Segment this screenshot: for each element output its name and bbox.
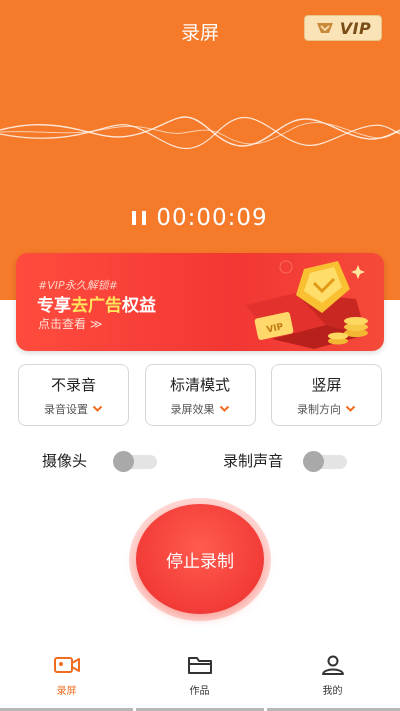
vip-label: VIP: [339, 18, 372, 38]
pause-icon[interactable]: [132, 209, 147, 227]
banner-title-suffix: 权益: [122, 296, 156, 316]
quality-setting-card[interactable]: 标清模式 录屏效果: [144, 364, 256, 426]
audio-toggle-row: 录制声音: [223, 450, 348, 472]
audio-setting-value: 不录音: [50, 375, 96, 394]
orientation-setting-card[interactable]: 竖屏 录制方向: [271, 364, 382, 426]
video-camera-icon: [53, 657, 80, 673]
vip-promo-banner[interactable]: #VIP永久解锁# 专享去广告权益 点击查看 ≫ VIP: [16, 253, 384, 351]
banner-title-highlight: 去广告: [71, 296, 122, 316]
orientation-setting-label: 录制方向: [297, 402, 341, 416]
orientation-setting-sub: 录制方向: [297, 401, 356, 417]
stop-recording-button[interactable]: 停止录制: [136, 504, 264, 614]
chevron-down-icon: [219, 405, 229, 412]
camera-toggle-row: 摄像头: [42, 450, 158, 472]
quality-setting-sub: 录屏效果: [171, 401, 230, 417]
audio-setting-card[interactable]: 不录音 录音设置: [18, 364, 129, 426]
banner-cta-link[interactable]: 点击查看 ≫: [38, 315, 102, 332]
quality-setting-value: 标清模式: [169, 375, 230, 394]
banner-title: 专享去广告权益: [37, 291, 156, 316]
camera-toggle-label: 摄像头: [42, 452, 88, 470]
camera-toggle-switch[interactable]: [113, 450, 158, 472]
timer-text: 00:00:09: [156, 205, 268, 231]
audio-setting-sub: 录音设置: [44, 401, 103, 417]
tab-record-label: 录屏: [56, 686, 77, 697]
orientation-setting-value: 竖屏: [311, 375, 342, 394]
vip-button[interactable]: VIP: [304, 15, 382, 41]
audio-toggle-label: 录制声音: [223, 452, 284, 470]
chevron-down-icon: [92, 405, 103, 412]
recording-timer: 00:00:09: [0, 205, 400, 231]
gift-box-illustration: VIP: [246, 260, 368, 349]
folder-icon: [187, 657, 212, 674]
chevron-down-icon: [345, 405, 356, 412]
audio-waveform: [0, 116, 400, 149]
audio-setting-label: 录音设置: [44, 402, 88, 416]
tab-record[interactable]: 录屏: [0, 640, 133, 711]
tab-profile[interactable]: 我的: [266, 640, 399, 711]
tab-works[interactable]: 作品: [133, 640, 266, 711]
tab-works-label: 作品: [189, 686, 210, 697]
tab-profile-label: 我的: [322, 686, 343, 697]
vip-crown-icon: [316, 23, 333, 33]
recording-mode-options: 不录音 录音设置 标清模式 录屏效果 竖屏 录制方向: [18, 364, 382, 426]
user-icon: [321, 655, 344, 675]
banner-title-prefix: 专享: [37, 296, 71, 316]
stop-recording-label: 停止录制: [166, 551, 234, 572]
audio-toggle-switch[interactable]: [303, 450, 348, 472]
quality-setting-label: 录屏效果: [170, 402, 215, 416]
bottom-tab-bar: 录屏 作品 我的: [0, 640, 400, 711]
